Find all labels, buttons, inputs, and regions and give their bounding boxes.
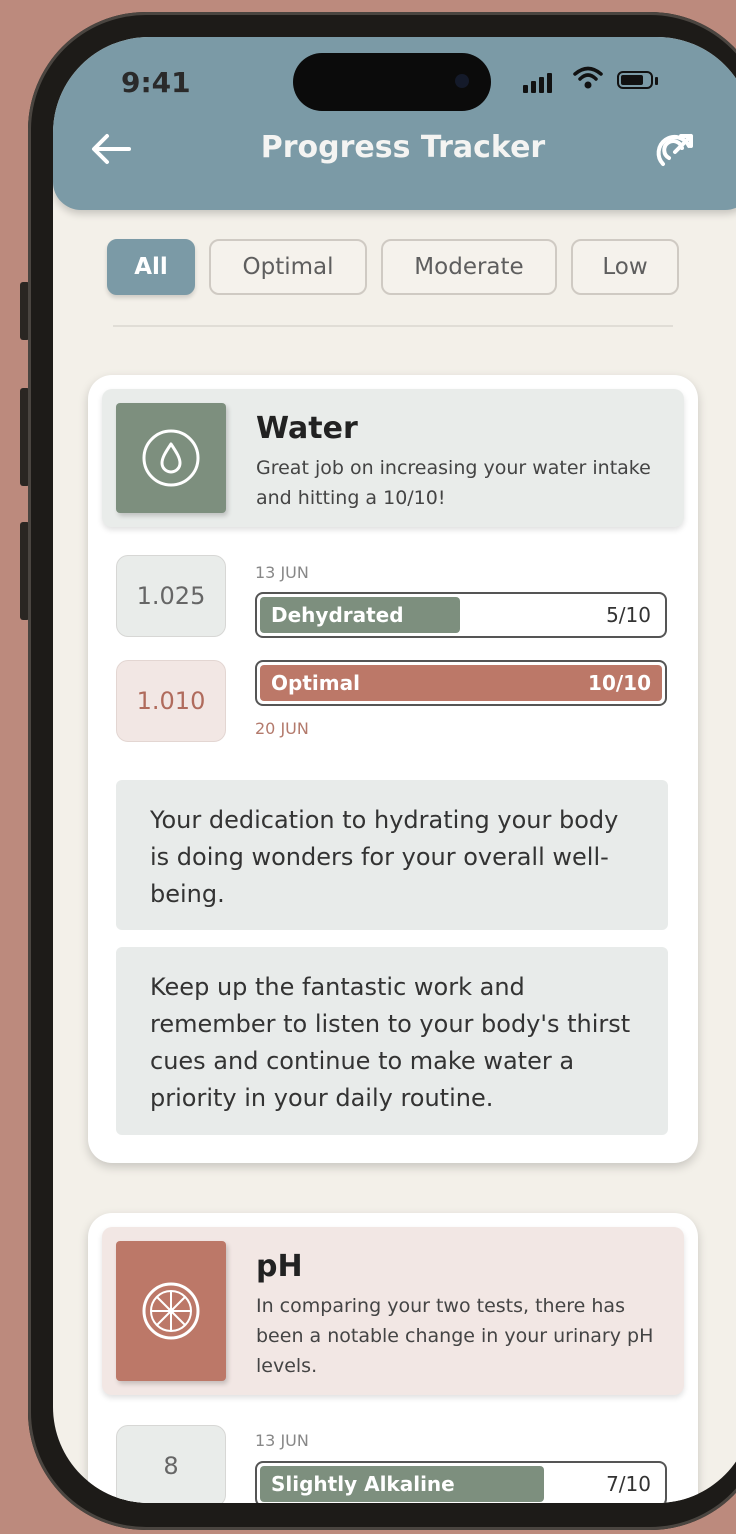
filter-moderate[interactable]: Moderate [381, 239, 557, 295]
ph-icon-box [116, 1241, 226, 1381]
camera-lens [455, 74, 469, 88]
ph-card[interactable]: pH In comparing your two tests, there ha… [88, 1213, 698, 1503]
water-card[interactable]: Water Great job on increasing your water… [88, 375, 698, 1163]
app-screen: 9:41 Progress Tracker All Optimal Modera… [53, 37, 736, 1503]
battery-tip [655, 77, 658, 85]
progress-score: 10/10 [588, 671, 651, 695]
citrus-slice-icon [142, 1282, 200, 1340]
reading-value: 1.010 [116, 660, 226, 742]
top-app-bar: 9:41 Progress Tracker [53, 37, 736, 210]
share-arrow-icon[interactable] [655, 128, 695, 168]
progress-status: Dehydrated [271, 603, 404, 627]
page-title: Progress Tracker [260, 130, 546, 165]
ph-card-header: pH In comparing your two tests, there ha… [102, 1227, 684, 1395]
card-title: Water [256, 411, 358, 446]
water-drop-icon [142, 429, 200, 487]
card-description: In comparing your two tests, there has b… [256, 1295, 654, 1377]
card-description: Great job on increasing your water intak… [256, 457, 651, 509]
card-title: pH [256, 1249, 303, 1284]
water-icon-box [116, 403, 226, 513]
progress-status: Optimal [271, 671, 360, 695]
reading-progress-bar: Dehydrated 5/10 [255, 592, 667, 638]
reading-value: 1.025 [116, 555, 226, 637]
reading-date: 20 JUN [255, 719, 309, 738]
progress-score: 5/10 [606, 603, 651, 627]
reading-value: 8 [116, 1425, 226, 1503]
filter-low[interactable]: Low [571, 239, 679, 295]
reading-progress-bar: Optimal 10/10 [255, 660, 667, 706]
status-time: 9:41 [121, 66, 191, 99]
progress-score: 7/10 [606, 1472, 651, 1496]
battery-icon [617, 71, 653, 89]
wifi-icon [573, 65, 603, 98]
filter-optimal[interactable]: Optimal [209, 239, 367, 295]
message-box: Your dedication to hydrating your body i… [116, 780, 668, 930]
reading-date: 13 JUN [255, 563, 309, 582]
filter-all[interactable]: All [107, 239, 195, 295]
progress-status: Slightly Alkaline [271, 1472, 455, 1496]
water-card-header: Water Great job on increasing your water… [102, 389, 684, 527]
filter-divider [113, 325, 673, 327]
reading-date: 13 JUN [255, 1431, 309, 1450]
message-box: Keep up the fantastic work and remember … [116, 947, 668, 1135]
reading-progress-bar: Slightly Alkaline 7/10 [255, 1461, 667, 1503]
